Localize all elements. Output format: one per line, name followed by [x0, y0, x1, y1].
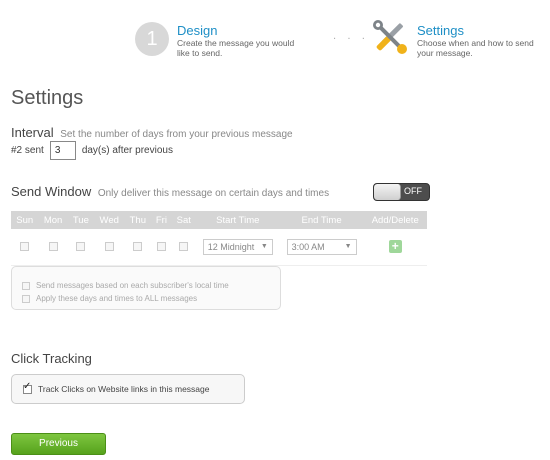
wizard-step-design[interactable]: 1 Design Create the message you would li…	[135, 22, 309, 58]
col-add-delete: Add/Delete	[363, 211, 427, 229]
chevron-down-icon: ▼	[344, 242, 352, 250]
page-title: Settings	[11, 87, 84, 109]
track-clicks-option[interactable]: Track Clicks on Website links in this me…	[11, 374, 245, 404]
col-tue: Tue	[67, 211, 95, 229]
col-mon: Mon	[38, 211, 68, 229]
send-window-table: Sun Mon Tue Wed Thu Fri Sat Start Time E…	[11, 211, 427, 266]
step-separator-dots: · · ·	[333, 34, 369, 45]
click-tracking-heading: Click Tracking	[11, 351, 92, 366]
start-time-select[interactable]: 12 Midnight ▼	[202, 238, 273, 255]
interval-days-input[interactable]	[49, 141, 76, 160]
tools-icon	[371, 18, 409, 56]
track-clicks-label: Track Clicks on Website links in this me…	[38, 384, 210, 394]
col-sun: Sun	[11, 211, 39, 229]
sat-checkbox[interactable]	[179, 242, 189, 252]
start-time-value: 12 Midnight	[207, 241, 255, 252]
col-fri: Fri	[151, 211, 172, 229]
step-desc-design: Create the message you would like to sen…	[177, 38, 295, 58]
add-row-button[interactable]: +	[388, 240, 402, 254]
wizard-step-settings[interactable]: Settings Choose when and how to send you…	[371, 20, 549, 58]
wed-checkbox[interactable]	[104, 242, 114, 252]
track-clicks-checkbox[interactable]	[23, 381, 32, 394]
send-window-note: Only deliver this message on certain day…	[97, 188, 330, 199]
previous-button[interactable]: Previous	[11, 433, 106, 455]
interval-prefix: #2 sent	[11, 145, 44, 156]
col-sat: Sat	[171, 211, 196, 229]
thu-checkbox[interactable]	[133, 242, 143, 252]
toggle-knob[interactable]	[374, 184, 401, 200]
toggle-label: OFF	[404, 186, 422, 196]
col-wed: Wed	[94, 211, 125, 229]
send-window-toggle[interactable]: OFF	[373, 183, 430, 201]
tue-checkbox[interactable]	[76, 242, 86, 252]
interval-suffix: day(s) after previous	[81, 145, 173, 156]
apply-all-label: Apply these days and times to ALL messag…	[36, 294, 198, 303]
interval-heading: Interval Set the number of days from you…	[11, 125, 293, 140]
local-time-checkbox[interactable]	[22, 281, 30, 290]
interval-row: #2 sent day(s) after previous	[11, 141, 173, 160]
send-window-heading: Send Window Only deliver this message on…	[11, 184, 329, 199]
step-number-badge: 1	[135, 22, 169, 56]
fri-checkbox[interactable]	[156, 242, 166, 252]
step-title-design: Design	[177, 23, 218, 38]
col-end-time: End Time	[279, 211, 364, 229]
end-time-select[interactable]: 3:00 AM ▼	[286, 238, 357, 255]
local-time-option[interactable]: Send messages based on each subscriber's…	[22, 279, 270, 292]
interval-note: Set the number of days from your previou…	[60, 129, 293, 140]
local-time-label: Send messages based on each subscriber's…	[36, 281, 229, 290]
apply-all-checkbox[interactable]	[22, 294, 30, 303]
mon-checkbox[interactable]	[48, 242, 58, 252]
end-time-value: 3:00 AM	[291, 241, 325, 252]
interval-label: Interval	[11, 125, 54, 140]
chevron-down-icon: ▼	[260, 242, 268, 250]
col-thu: Thu	[124, 211, 152, 229]
send-window-label: Send Window	[11, 184, 92, 199]
col-start-time: Start Time	[195, 211, 280, 229]
step-desc-settings: Choose when and how to send your message…	[417, 38, 534, 58]
step-title-settings: Settings	[417, 23, 464, 38]
apply-all-option[interactable]: Apply these days and times to ALL messag…	[22, 292, 270, 305]
table-row: 12 Midnight ▼ 3:00 AM ▼ +	[11, 229, 427, 266]
send-window-options: Send messages based on each subscriber's…	[11, 266, 281, 310]
sun-checkbox[interactable]	[20, 242, 30, 252]
